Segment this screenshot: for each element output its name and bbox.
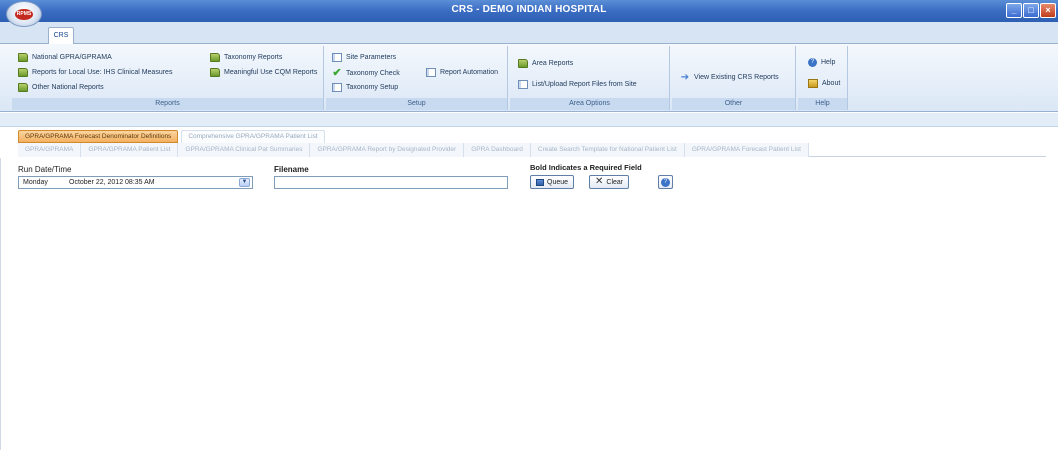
run-day-value: Monday bbox=[23, 179, 48, 186]
ribbon-group-setup: Site Parameters ✔ Taxonomy Check Taxonom… bbox=[326, 46, 508, 110]
ribbon-group-reports: National GPRA/GPRAMA Reports for Local U… bbox=[12, 46, 324, 110]
ribbon-tab-strip: CRS bbox=[0, 22, 1058, 44]
folder-icon bbox=[518, 59, 528, 68]
run-date-value: October 22, 2012 08:35 AM bbox=[69, 179, 155, 186]
run-date-picker[interactable]: Monday October 22, 2012 08:35 AM ▼ bbox=[18, 176, 253, 189]
document-icon bbox=[518, 80, 528, 89]
about-icon bbox=[808, 79, 818, 88]
tab-create-search-template[interactable]: Create Search Template for National Pati… bbox=[530, 143, 685, 157]
clear-button[interactable]: ✕ Clear bbox=[589, 175, 630, 189]
taxonomy-setup-item[interactable]: Taxonomy Setup bbox=[332, 83, 398, 92]
arrow-icon: ➔ bbox=[680, 72, 690, 83]
checkmark-icon: ✔ bbox=[332, 67, 342, 79]
about-item[interactable]: About bbox=[808, 79, 840, 88]
filename-label: Filename bbox=[274, 165, 309, 174]
rpms-logo: RPMS bbox=[15, 9, 33, 20]
taxonomy-check-item[interactable]: ✔ Taxonomy Check bbox=[332, 67, 399, 79]
area-reports-item[interactable]: Area Reports bbox=[518, 59, 573, 68]
folder-icon bbox=[210, 53, 220, 62]
tab-clinical-pat-summaries[interactable]: GPRA/GPRAMA Clinical Pat Summaries bbox=[178, 143, 311, 157]
application-menu-button[interactable]: RPMS bbox=[6, 1, 42, 27]
close-icon: ✕ bbox=[595, 176, 604, 187]
folder-icon bbox=[18, 68, 28, 77]
tab-report-by-designated-provider[interactable]: GPRA/GPRAMA Report by Designated Provide… bbox=[310, 143, 465, 157]
window-title: CRS - DEMO INDIAN HOSPITAL bbox=[451, 4, 607, 15]
title-bar: CRS - DEMO INDIAN HOSPITAL _ □ × bbox=[0, 0, 1058, 22]
ribbon: National GPRA/GPRAMA Reports for Local U… bbox=[0, 44, 1058, 112]
form-help-button[interactable]: ? bbox=[658, 175, 673, 189]
help-item[interactable]: ? Help bbox=[808, 58, 835, 67]
tab-gpra-patient-list[interactable]: GPRA/GPRAMA Patient List bbox=[81, 143, 179, 157]
report-tabs-row2: GPRA/GPRAMA GPRA/GPRAMA Patient List GPR… bbox=[18, 143, 1046, 157]
tab-gpra-gprama[interactable]: GPRA/GPRAMA bbox=[18, 143, 82, 157]
list-upload-report-files-item[interactable]: List/Upload Report Files from Site bbox=[518, 80, 637, 89]
chevron-down-icon[interactable]: ▼ bbox=[239, 178, 250, 187]
ribbon-group-help: ? Help About Help bbox=[798, 46, 848, 110]
save-icon bbox=[536, 178, 544, 186]
help-icon: ? bbox=[661, 178, 670, 187]
required-field-note: Bold Indicates a Required Field bbox=[530, 163, 642, 172]
maximize-button[interactable]: □ bbox=[1023, 3, 1039, 18]
window-controls: _ □ × bbox=[1006, 3, 1056, 18]
site-parameters-item[interactable]: Site Parameters bbox=[332, 53, 396, 62]
ribbon-tab-crs[interactable]: CRS bbox=[48, 27, 74, 44]
other-national-reports-item[interactable]: Other National Reports bbox=[18, 83, 104, 92]
group-label-setup: Setup bbox=[326, 98, 507, 110]
filename-input[interactable] bbox=[274, 176, 508, 189]
folder-icon bbox=[210, 68, 220, 77]
tab-gpra-dashboard[interactable]: GPRA Dashboard bbox=[464, 143, 531, 157]
folder-icon bbox=[18, 53, 28, 62]
minimize-button[interactable]: _ bbox=[1006, 3, 1022, 18]
document-icon bbox=[332, 83, 342, 92]
run-date-label: Run Date/Time bbox=[18, 165, 72, 174]
close-button[interactable]: × bbox=[1040, 3, 1056, 18]
taxonomy-reports-item[interactable]: Taxonomy Reports bbox=[210, 53, 282, 62]
help-icon: ? bbox=[808, 58, 817, 67]
group-label-area-options: Area Options bbox=[510, 98, 669, 110]
group-label-help: Help bbox=[798, 98, 847, 110]
ribbon-group-area-options: Area Reports List/Upload Report Files fr… bbox=[510, 46, 670, 110]
view-existing-crs-reports-item[interactable]: ➔ View Existing CRS Reports bbox=[680, 72, 779, 83]
report-tabs-row1: GPRA/GPRAMA Forecast Denominator Definit… bbox=[18, 130, 325, 143]
tab-forecast-patient-list[interactable]: GPRA/GPRAMA Forecast Patient List bbox=[684, 143, 809, 157]
tab-forecast-denominator-definitions[interactable]: GPRA/GPRAMA Forecast Denominator Definit… bbox=[18, 130, 179, 143]
group-label-reports: Reports bbox=[12, 98, 323, 110]
ribbon-group-other: ➔ View Existing CRS Reports Other bbox=[672, 46, 796, 110]
document-icon bbox=[426, 68, 436, 77]
report-automation-item[interactable]: Report Automation bbox=[426, 68, 498, 77]
document-icon bbox=[332, 53, 342, 62]
separator-band bbox=[0, 113, 1058, 127]
group-label-other: Other bbox=[672, 98, 795, 110]
folder-icon bbox=[18, 83, 28, 92]
queue-button[interactable]: Queue bbox=[530, 175, 575, 189]
tab-comprehensive-patient-list[interactable]: Comprehensive GPRA/GPRAMA Patient List bbox=[181, 130, 325, 143]
national-gpra-gprama-item[interactable]: National GPRA/GPRAMA bbox=[18, 53, 112, 62]
form-panel bbox=[0, 158, 1058, 450]
local-use-clinical-measures-item[interactable]: Reports for Local Use: IHS Clinical Meas… bbox=[18, 68, 172, 77]
meaningful-use-cqm-reports-item[interactable]: Meaningful Use CQM Reports bbox=[210, 68, 317, 77]
